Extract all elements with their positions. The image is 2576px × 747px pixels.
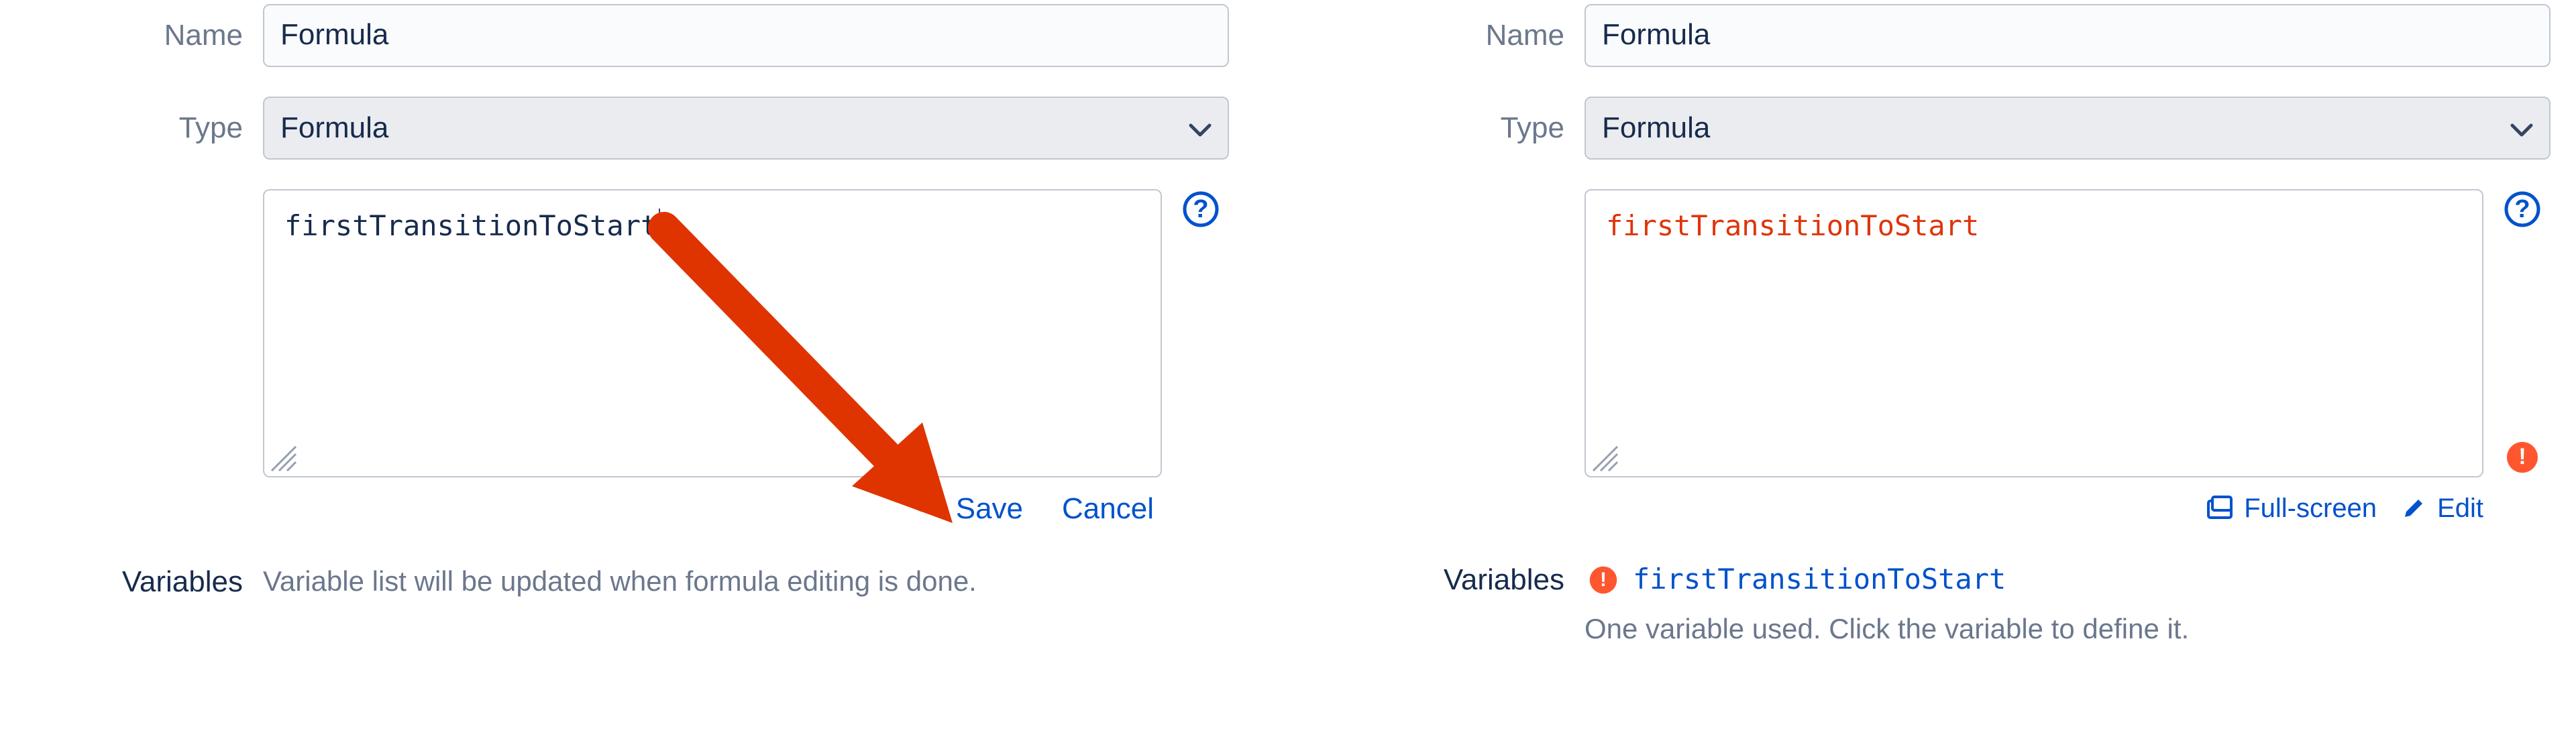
formula-code-text: firstTransitionToStart bbox=[1606, 209, 1979, 242]
type-row: Type Formula bbox=[27, 97, 1254, 160]
resize-handle-icon bbox=[1593, 444, 1618, 469]
formula-help-button[interactable]: ? bbox=[1181, 189, 1221, 229]
error-icon: ! bbox=[1589, 565, 1618, 595]
variables-label: Variables bbox=[27, 563, 263, 601]
edit-label: Edit bbox=[2437, 491, 2483, 526]
svg-text:!: ! bbox=[2518, 444, 2526, 469]
name-input[interactable]: Formula bbox=[1585, 4, 2551, 67]
fullscreen-label: Full-screen bbox=[2244, 491, 2377, 526]
type-select[interactable]: Formula bbox=[1585, 97, 2551, 160]
name-row: Name Formula bbox=[1348, 4, 2576, 67]
svg-text:?: ? bbox=[2514, 195, 2530, 223]
formula-help-button[interactable]: ? bbox=[2502, 189, 2542, 229]
chevron-down-icon bbox=[1189, 109, 1212, 147]
type-selected-value: Formula bbox=[280, 109, 388, 147]
variable-link[interactable]: firstTransitionToStart bbox=[1633, 561, 2006, 598]
variables-label: Variables bbox=[1348, 561, 1585, 599]
chevron-down-icon bbox=[2510, 109, 2533, 147]
svg-text:?: ? bbox=[1193, 195, 1208, 223]
resize-handle-icon bbox=[271, 444, 297, 469]
type-label: Type bbox=[1348, 109, 1585, 147]
save-button[interactable]: Save bbox=[956, 490, 1023, 528]
type-selected-value: Formula bbox=[1602, 109, 1710, 147]
formula-error-indicator[interactable]: ! bbox=[2502, 437, 2542, 477]
fullscreen-icon bbox=[2206, 495, 2233, 522]
formula-display[interactable]: firstTransitionToStart bbox=[1585, 189, 2483, 477]
text-caret bbox=[659, 209, 660, 239]
pencil-icon bbox=[2401, 496, 2426, 521]
help-icon: ? bbox=[1182, 190, 1220, 228]
svg-text:!: ! bbox=[1600, 568, 1607, 590]
variables-help-text: Variable list will be updated when formu… bbox=[263, 563, 977, 600]
name-label: Name bbox=[1348, 16, 1585, 54]
formula-textarea[interactable]: firstTransitionToStart bbox=[263, 189, 1162, 477]
formula-panel-saved: Name Formula Type Formula firstTransitio… bbox=[1348, 0, 2576, 648]
name-label: Name bbox=[27, 16, 263, 54]
name-row: Name Formula bbox=[27, 4, 1254, 67]
formula-panel-editing: Name Formula Type Formula firstTransitio… bbox=[27, 0, 1254, 601]
variables-sub-text: One variable used. Click the variable to… bbox=[1585, 611, 2576, 648]
formula-code-text: firstTransitionToStart bbox=[284, 209, 657, 242]
error-icon: ! bbox=[2506, 441, 2539, 474]
cancel-button[interactable]: Cancel bbox=[1062, 490, 1154, 528]
name-input[interactable]: Formula bbox=[263, 4, 1229, 67]
edit-button[interactable]: Edit bbox=[2401, 491, 2483, 526]
variable-error-indicator[interactable]: ! bbox=[1589, 565, 1618, 595]
help-icon: ? bbox=[2504, 190, 2541, 228]
fullscreen-button[interactable]: Full-screen bbox=[2206, 491, 2377, 526]
type-select[interactable]: Formula bbox=[263, 97, 1229, 160]
type-row: Type Formula bbox=[1348, 97, 2576, 160]
type-label: Type bbox=[27, 109, 263, 147]
